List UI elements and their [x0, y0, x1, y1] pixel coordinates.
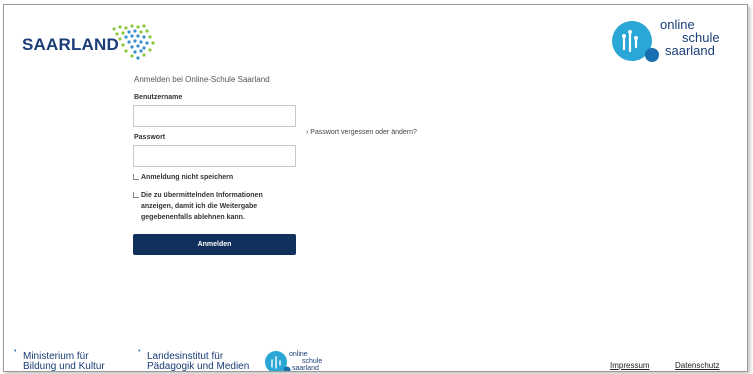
ministry-bullet-icon: • — [14, 348, 17, 355]
form-title: Anmelden bei Online-Schule Saarland — [134, 75, 270, 84]
consent-option: Die zu übermittelnden Informationen anze… — [133, 190, 291, 223]
remember-checkbox[interactable] — [133, 174, 139, 181]
remember-option: Anmeldung nicht speichern — [133, 172, 233, 183]
login-page: SAARLAND online schule saarland Anmelden… — [3, 4, 748, 372]
username-input[interactable] — [133, 105, 296, 127]
forgot-password-link[interactable]: › Passwort vergessen oder ändern? — [306, 129, 417, 136]
institute-logo: Landesinstitut für Pädagogik und Medien — [147, 352, 249, 372]
saarland-map-icon — [112, 24, 155, 60]
online-schule-small-logo-icon — [265, 351, 291, 371]
online-schule-logo-icon — [612, 21, 659, 62]
online-schule-logo-text: online schule saarland — [660, 18, 720, 57]
logo-line-saarland: saarland — [665, 43, 715, 58]
saarland-brand: SAARLAND — [22, 35, 119, 54]
consent-label: Die zu übermittelnden Informationen anze… — [141, 192, 263, 221]
datenschutz-link[interactable]: Datenschutz — [675, 361, 719, 370]
ministry-line-2: Bildung und Kultur — [23, 361, 105, 372]
institute-line-2: Pädagogik und Medien — [147, 361, 250, 372]
password-label: Passwort — [134, 134, 166, 141]
username-label: Benutzername — [134, 94, 183, 101]
remember-label: Anmeldung nicht speichern — [141, 174, 234, 181]
impressum-link[interactable]: Impressum — [610, 361, 650, 370]
small-logo-line-schule: schule — [302, 358, 323, 365]
consent-checkbox[interactable] — [133, 192, 139, 199]
small-logo-line-online: online — [289, 351, 308, 358]
password-input[interactable] — [133, 145, 296, 167]
login-button[interactable]: Anmelden — [133, 234, 296, 255]
small-logo-line-saarland: saarland — [292, 365, 319, 372]
ministry-logo: Ministerium für Bildung und Kultur — [23, 352, 105, 372]
online-schule-small-logo-text: online schule saarland — [289, 351, 323, 372]
institute-bullet-icon: • — [138, 348, 141, 355]
